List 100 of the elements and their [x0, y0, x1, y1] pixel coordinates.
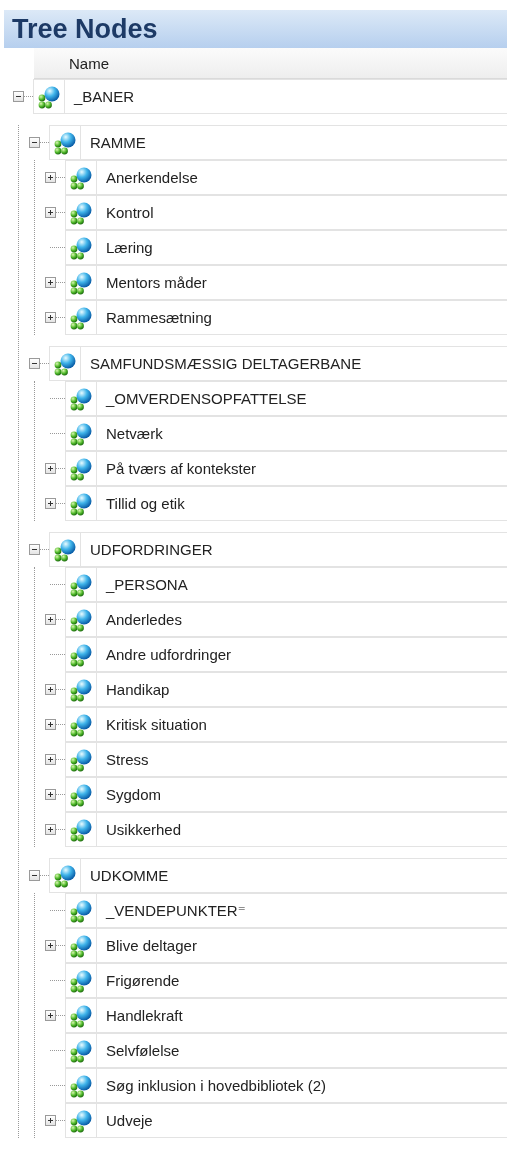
expand-toggle[interactable] [45, 172, 56, 183]
expand-toggle[interactable] [45, 719, 56, 730]
bubbles-icon [69, 1108, 93, 1133]
tree-node-row[interactable]: UDKOMME [49, 858, 507, 893]
bubbles-icon [69, 1073, 93, 1098]
tree-node-row[interactable]: Rammesætning [65, 300, 507, 335]
column-header[interactable]: Name [34, 48, 109, 78]
bubbles-icon [69, 386, 93, 411]
node-label: Læring [105, 239, 153, 256]
expand-toggle[interactable] [45, 684, 56, 695]
tree-node-row[interactable]: Kontrol [65, 195, 507, 230]
node-label: Netværk [105, 425, 163, 442]
tree-node-row[interactable]: Mentors måder [65, 265, 507, 300]
tree-node-row[interactable]: På tværs af kontekster [65, 451, 507, 486]
bubbles-icon [69, 1003, 93, 1028]
node-label: Rammesætning [105, 309, 212, 326]
bubbles-icon [69, 747, 93, 772]
expand-toggle[interactable] [45, 614, 56, 625]
collapse-toggle[interactable] [29, 137, 40, 148]
tree-node-row[interactable]: _OMVERDENSOPFATTELSE [65, 381, 507, 416]
node-label: _OMVERDENSOPFATTELSE [104, 390, 307, 407]
node-label: SAMFUNDSMÆSSIG DELTAGERBANE [89, 355, 362, 372]
tree-node-row[interactable]: UDFORDRINGER [49, 532, 507, 567]
bubbles-icon [69, 1038, 93, 1063]
node-label: Anderledes [105, 611, 182, 628]
node-label: UDFORDRINGER [89, 541, 213, 558]
node-label: Sygdom [105, 786, 162, 803]
tree-node-row[interactable]: RAMME [49, 125, 507, 160]
bubbles-icon [53, 863, 77, 888]
node-label: Frigørende [105, 972, 180, 989]
expand-toggle[interactable] [45, 463, 56, 474]
tree-node-row[interactable]: Udveje [65, 1103, 507, 1138]
expand-toggle[interactable] [45, 277, 56, 288]
bubbles-icon [69, 677, 93, 702]
tree-node-row[interactable]: Kritisk situation [65, 707, 507, 742]
bubbles-icon [69, 607, 93, 632]
bubbles-icon [69, 491, 93, 516]
bubbles-icon [69, 165, 93, 190]
expand-toggle[interactable] [45, 312, 56, 323]
tree-node-row[interactable]: Handlekraft [65, 998, 507, 1033]
node-label: Søg inklusion i hovedbibliotek (2) [105, 1077, 327, 1094]
tree-node-row[interactable]: Usikkerhed [65, 812, 507, 847]
node-label: Udveje [105, 1112, 153, 1129]
node-label: Selvfølelse [105, 1042, 180, 1059]
tree-node-row[interactable]: Sygdom [65, 777, 507, 812]
collapse-toggle[interactable] [29, 358, 40, 369]
tree-node-row[interactable]: _PERSONA [65, 567, 507, 602]
tree-node-row[interactable]: Selvfølelse [65, 1033, 507, 1068]
expand-toggle[interactable] [45, 789, 56, 800]
expand-toggle[interactable] [45, 754, 56, 765]
tree-node-row[interactable]: Anderledes [65, 602, 507, 637]
node-label: Handikap [105, 681, 170, 698]
node-label: På tværs af kontekster [105, 460, 257, 477]
node-label: Tillid og etik [105, 495, 185, 512]
expand-toggle[interactable] [45, 824, 56, 835]
bubbles-icon [69, 200, 93, 225]
bubbles-icon [53, 537, 77, 562]
tree-node-row[interactable]: Frigørende [65, 963, 507, 998]
bubbles-icon [69, 933, 93, 958]
tree-node-row[interactable]: Søg inklusion i hovedbibliotek (2) [65, 1068, 507, 1103]
bubbles-icon [53, 351, 77, 376]
tree-node-row[interactable]: Læring [65, 230, 507, 265]
expand-toggle[interactable] [45, 1010, 56, 1021]
collapse-toggle[interactable] [29, 870, 40, 881]
collapse-toggle[interactable] [13, 91, 24, 102]
expand-toggle[interactable] [45, 1115, 56, 1126]
bubbles-icon [69, 712, 93, 737]
expand-toggle[interactable] [45, 207, 56, 218]
tree-node-row[interactable]: _VENDEPUNKTER⁼ [65, 893, 507, 928]
bubbles-icon [69, 421, 93, 446]
tree-node-row[interactable]: Blive deltager [65, 928, 507, 963]
node-label: Kontrol [105, 204, 154, 221]
tree-node-row[interactable]: _BANER [33, 79, 507, 114]
bubbles-icon [69, 270, 93, 295]
node-label: Handlekraft [105, 1007, 183, 1024]
tree-node-row[interactable]: SAMFUNDSMÆSSIG DELTAGERBANE [49, 346, 507, 381]
expand-toggle[interactable] [45, 940, 56, 951]
node-label: Anerkendelse [105, 169, 198, 186]
tree-node-row[interactable]: Handikap [65, 672, 507, 707]
bubbles-icon [69, 898, 93, 923]
bubbles-icon [37, 84, 61, 109]
tree-node-row[interactable]: Tillid og etik [65, 486, 507, 521]
node-label: Mentors måder [105, 274, 207, 291]
panel-title: Tree Nodes [12, 13, 158, 45]
expand-toggle[interactable] [45, 498, 56, 509]
tree-node-row[interactable]: Stress [65, 742, 507, 777]
bubbles-icon [69, 642, 93, 667]
node-label: Blive deltager [105, 937, 197, 954]
bubbles-icon [69, 456, 93, 481]
bubbles-icon [53, 130, 77, 155]
node-label: Andre udfordringer [105, 646, 232, 663]
node-label: Kritisk situation [105, 716, 207, 733]
bubbles-icon [69, 968, 93, 993]
tree-node-row[interactable]: Netværk [65, 416, 507, 451]
node-label: _BANER [72, 88, 135, 105]
collapse-toggle[interactable] [29, 544, 40, 555]
bubbles-icon [69, 235, 93, 260]
tree-node-row[interactable]: Anerkendelse [65, 160, 507, 195]
tree-node-row[interactable]: Andre udfordringer [65, 637, 507, 672]
bubbles-icon [69, 782, 93, 807]
